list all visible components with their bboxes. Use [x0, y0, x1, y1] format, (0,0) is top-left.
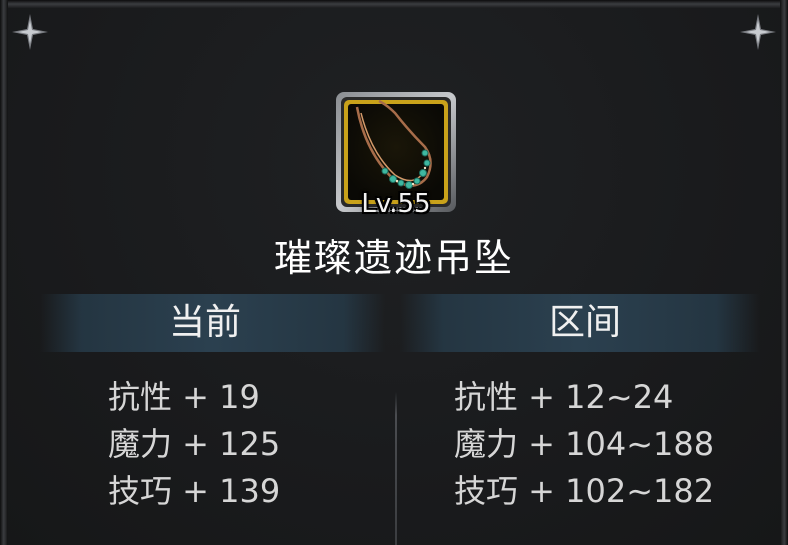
item-level: Lv.55 — [361, 189, 431, 219]
current-stat-magic: 魔力 + 125 — [108, 425, 281, 463]
corner-star-icon-left — [12, 14, 48, 50]
range-stat-magic: 魔力 + 104~188 — [454, 425, 715, 463]
current-stat-resistance: 抗性 + 19 — [108, 378, 260, 416]
range-column-header: 区间 — [548, 302, 621, 343]
item-tooltip-panel: Lv.55 璀璨遗迹吊坠 当前 区间 抗性 + 19 魔力 + 125 技巧 +… — [0, 0, 788, 545]
range-stat-skill: 技巧 + 102~182 — [454, 472, 715, 510]
range-stat-resistance: 抗性 + 12~24 — [454, 378, 674, 416]
current-stat-skill: 技巧 + 139 — [108, 472, 281, 510]
current-stats-list: 抗性 + 19 魔力 + 125 技巧 + 139 — [108, 374, 280, 515]
column-divider — [395, 392, 397, 545]
corner-star-icon-right — [740, 14, 776, 50]
range-stats-list: 抗性 + 12~24 魔力 + 104~188 技巧 + 102~182 — [454, 374, 714, 515]
current-column-header: 当前 — [168, 302, 241, 343]
panel-border-top — [0, 0, 788, 8]
item-name: 璀璨遗迹吊坠 — [273, 236, 514, 280]
